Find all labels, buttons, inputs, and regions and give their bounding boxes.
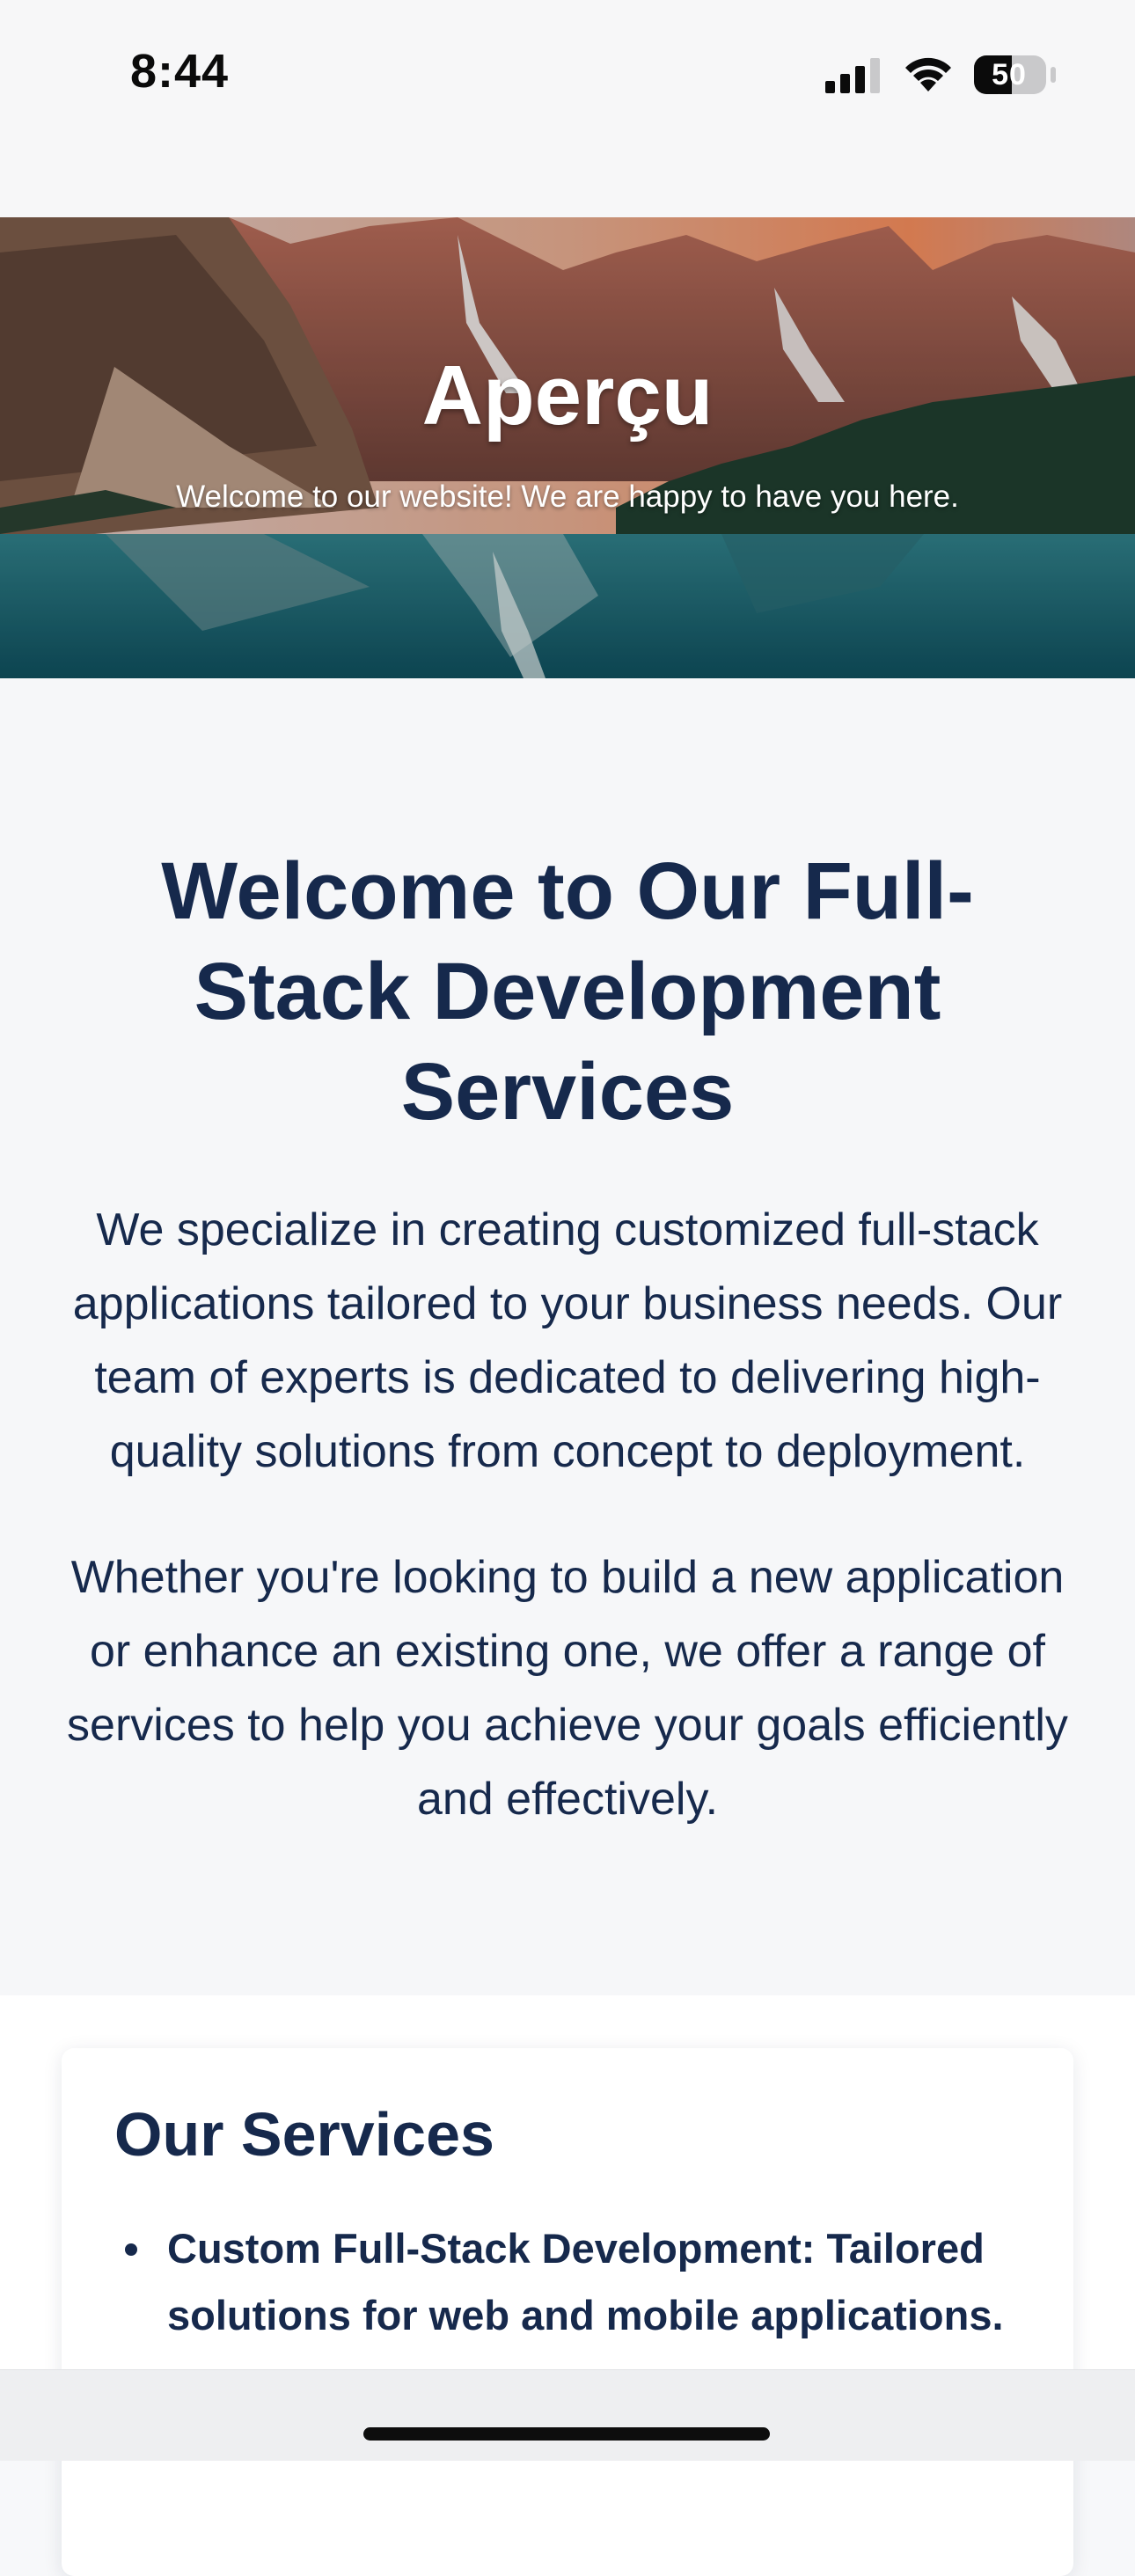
intro-paragraph: We specialize in creating customized ful… [72,1204,1063,1477]
services-list: Custom Full-Stack Development: Tailored … [114,2215,1047,2349]
battery-level: 50 [992,57,1027,91]
hero-title: Aperçu [421,348,714,443]
bullet-icon [125,2243,137,2256]
list-item: Custom Full-Stack Development: Tailored … [114,2215,1047,2349]
status-time: 8:44 [130,45,230,98]
hero-banner: Aperçu Welcome to our website! We are ha… [0,217,1135,678]
status-bar: 8:44 50 [0,0,1135,217]
service-item-text: Custom Full-Stack Development: Tailored … [167,2225,1004,2338]
services-heading: Our Services [114,2100,494,2169]
hero-background-image [0,217,1135,678]
signal-icon [825,58,880,93]
wifi-icon [905,57,951,91]
home-indicator[interactable] [363,2427,770,2441]
services-card: Our Services Custom Full-Stack Developme… [62,2048,1073,2576]
intro-section: Welcome to Our Full-Stack Development Se… [0,678,1135,1995]
bottom-toolbar [0,2369,1135,2461]
intro-paragraph: Whether you're looking to build a new ap… [67,1552,1068,1825]
hero-subtitle: Welcome to our website! We are happy to … [176,479,959,514]
intro-heading: Welcome to Our Full-Stack Development Se… [161,846,974,1137]
battery-indicator: 50 [973,55,1059,95]
status-icons: 50 [825,55,1059,95]
